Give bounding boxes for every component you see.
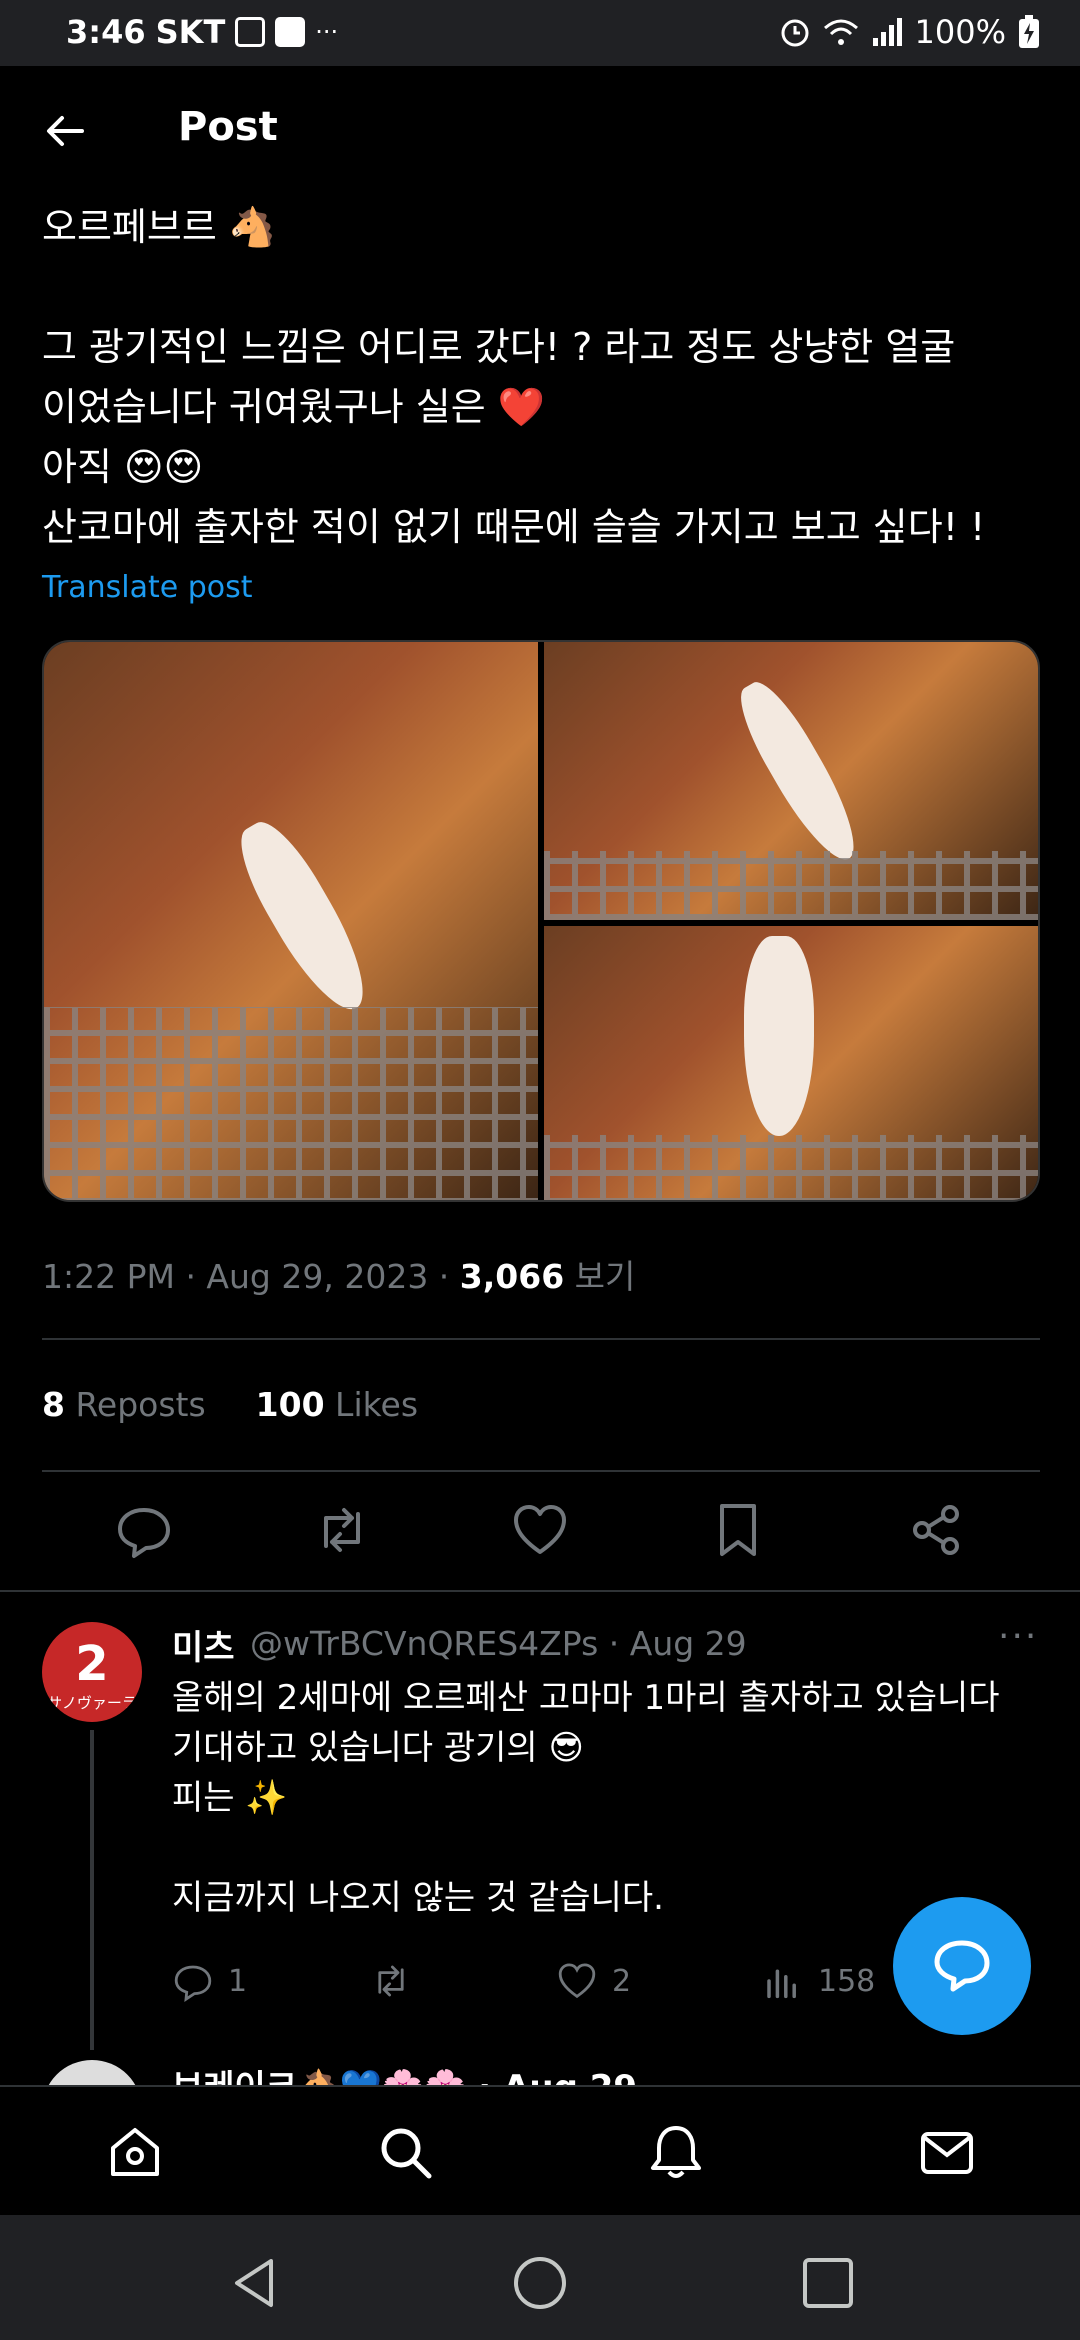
like-heart-icon <box>558 1963 596 1999</box>
reply-text-line: 피는 ✨ <box>172 1778 288 1818</box>
compose-reply-button[interactable] <box>893 1897 1031 2035</box>
wifi-icon <box>823 19 858 45</box>
battery-charging-icon <box>1019 15 1039 48</box>
post-media-grid[interactable] <box>42 640 1040 1202</box>
back-nav-icon[interactable] <box>225 2253 285 2313</box>
page-title: Post <box>178 104 278 150</box>
reply-bubble-icon <box>934 1940 990 1992</box>
status-extra: ··· <box>315 18 339 46</box>
repost-icon[interactable] <box>312 1500 372 1560</box>
avatar[interactable]: 2 サノヴァーラ <box>42 1622 142 1722</box>
horse-photo-2[interactable] <box>544 642 1038 920</box>
like-count: 2 <box>612 1963 632 1999</box>
post-actions <box>42 1500 1040 1560</box>
file-notification-icon <box>275 17 306 47</box>
status-carrier: SKT <box>155 13 226 51</box>
views-label: 보기 <box>564 1257 636 1296</box>
divider <box>42 1338 1040 1340</box>
horse-photo-3[interactable] <box>544 926 1038 1200</box>
horse-photo-1[interactable] <box>44 642 538 1200</box>
reply-text-line: 기대하고 있습니다 광기의 😎 <box>172 1728 584 1768</box>
reply-like-button[interactable]: 2 <box>556 1960 631 2002</box>
post-text-line: 그 광기적인 느낌은 어디로 갔다! ? 라고 정도 상냥한 얼굴 <box>42 325 956 369</box>
translate-post-link[interactable]: Translate post <box>42 570 253 605</box>
post-header: Post <box>0 66 1080 196</box>
divider <box>42 1470 1040 1472</box>
likes-link[interactable]: 100 Likes <box>256 1385 418 1424</box>
reply-author-name[interactable]: 미츠 <box>172 1620 235 1669</box>
signal-icon <box>872 18 902 46</box>
reply-handle: @wTrBCVnQRES4ZPs · Aug 29 <box>250 1624 747 1663</box>
analytics-icon <box>767 1969 796 1999</box>
status-time: 3:46 <box>66 13 146 51</box>
like-heart-icon[interactable] <box>510 1500 570 1560</box>
post-text-line: 오르페브르 🐴 <box>42 205 277 249</box>
reply-icon <box>174 1965 212 2002</box>
post-stats: 8 Reposts 100 Likes <box>42 1385 418 1424</box>
status-bar: 3:46 SKT ··· 100% <box>0 0 1080 66</box>
reply-views-button[interactable]: 158 <box>762 1960 875 2002</box>
more-options-button[interactable]: ··· <box>998 1616 1038 1657</box>
view-count: 158 <box>818 1963 876 1999</box>
reply-count: 1 <box>228 1963 248 1999</box>
reply-text-line: 올해의 2세마에 오르페산 고마마 1마리 출자하고 있습니다 <box>172 1678 1000 1718</box>
back-arrow-icon[interactable] <box>40 106 90 156</box>
view-count: 3,066 <box>459 1257 565 1296</box>
reply-icon[interactable] <box>114 1500 174 1560</box>
post-time: 1:22 PM · Aug 29, 2023 · <box>42 1257 460 1296</box>
home-nav-icon[interactable] <box>510 2253 570 2313</box>
reply-repost-button[interactable] <box>370 1960 412 2002</box>
system-navigation-bar <box>0 2215 1080 2340</box>
post-timestamp: 1:22 PM · Aug 29, 2023 · 3,066 보기 <box>42 1250 635 1298</box>
app-notification-icon <box>235 17 266 47</box>
home-icon[interactable] <box>105 2122 165 2182</box>
messages-mail-icon[interactable] <box>917 2122 977 2182</box>
post-text-line: 이었습니다 귀여웠구나 실은 ❤️ <box>42 385 546 429</box>
reply-reply-button[interactable]: 1 <box>172 1960 247 2002</box>
battery-percent: 100% <box>914 13 1006 51</box>
thread-line <box>90 1730 94 2050</box>
reposts-link[interactable]: 8 Reposts <box>42 1385 206 1424</box>
bottom-tab-bar <box>0 2085 1080 2217</box>
repost-icon <box>378 1965 404 1997</box>
search-icon[interactable] <box>375 2122 435 2182</box>
alarm-icon <box>781 19 809 47</box>
divider <box>0 1590 1080 1592</box>
notifications-bell-icon[interactable] <box>646 2122 706 2182</box>
post-text-line: 산코마에 출자한 적이 없기 때문에 슬슬 가지고 보고 싶다! ! <box>42 505 986 549</box>
post-text-line: 아직 😍😍 <box>42 445 204 489</box>
recents-nav-icon[interactable] <box>798 2253 858 2313</box>
share-icon[interactable] <box>906 1500 966 1560</box>
bookmark-icon[interactable] <box>708 1500 768 1560</box>
